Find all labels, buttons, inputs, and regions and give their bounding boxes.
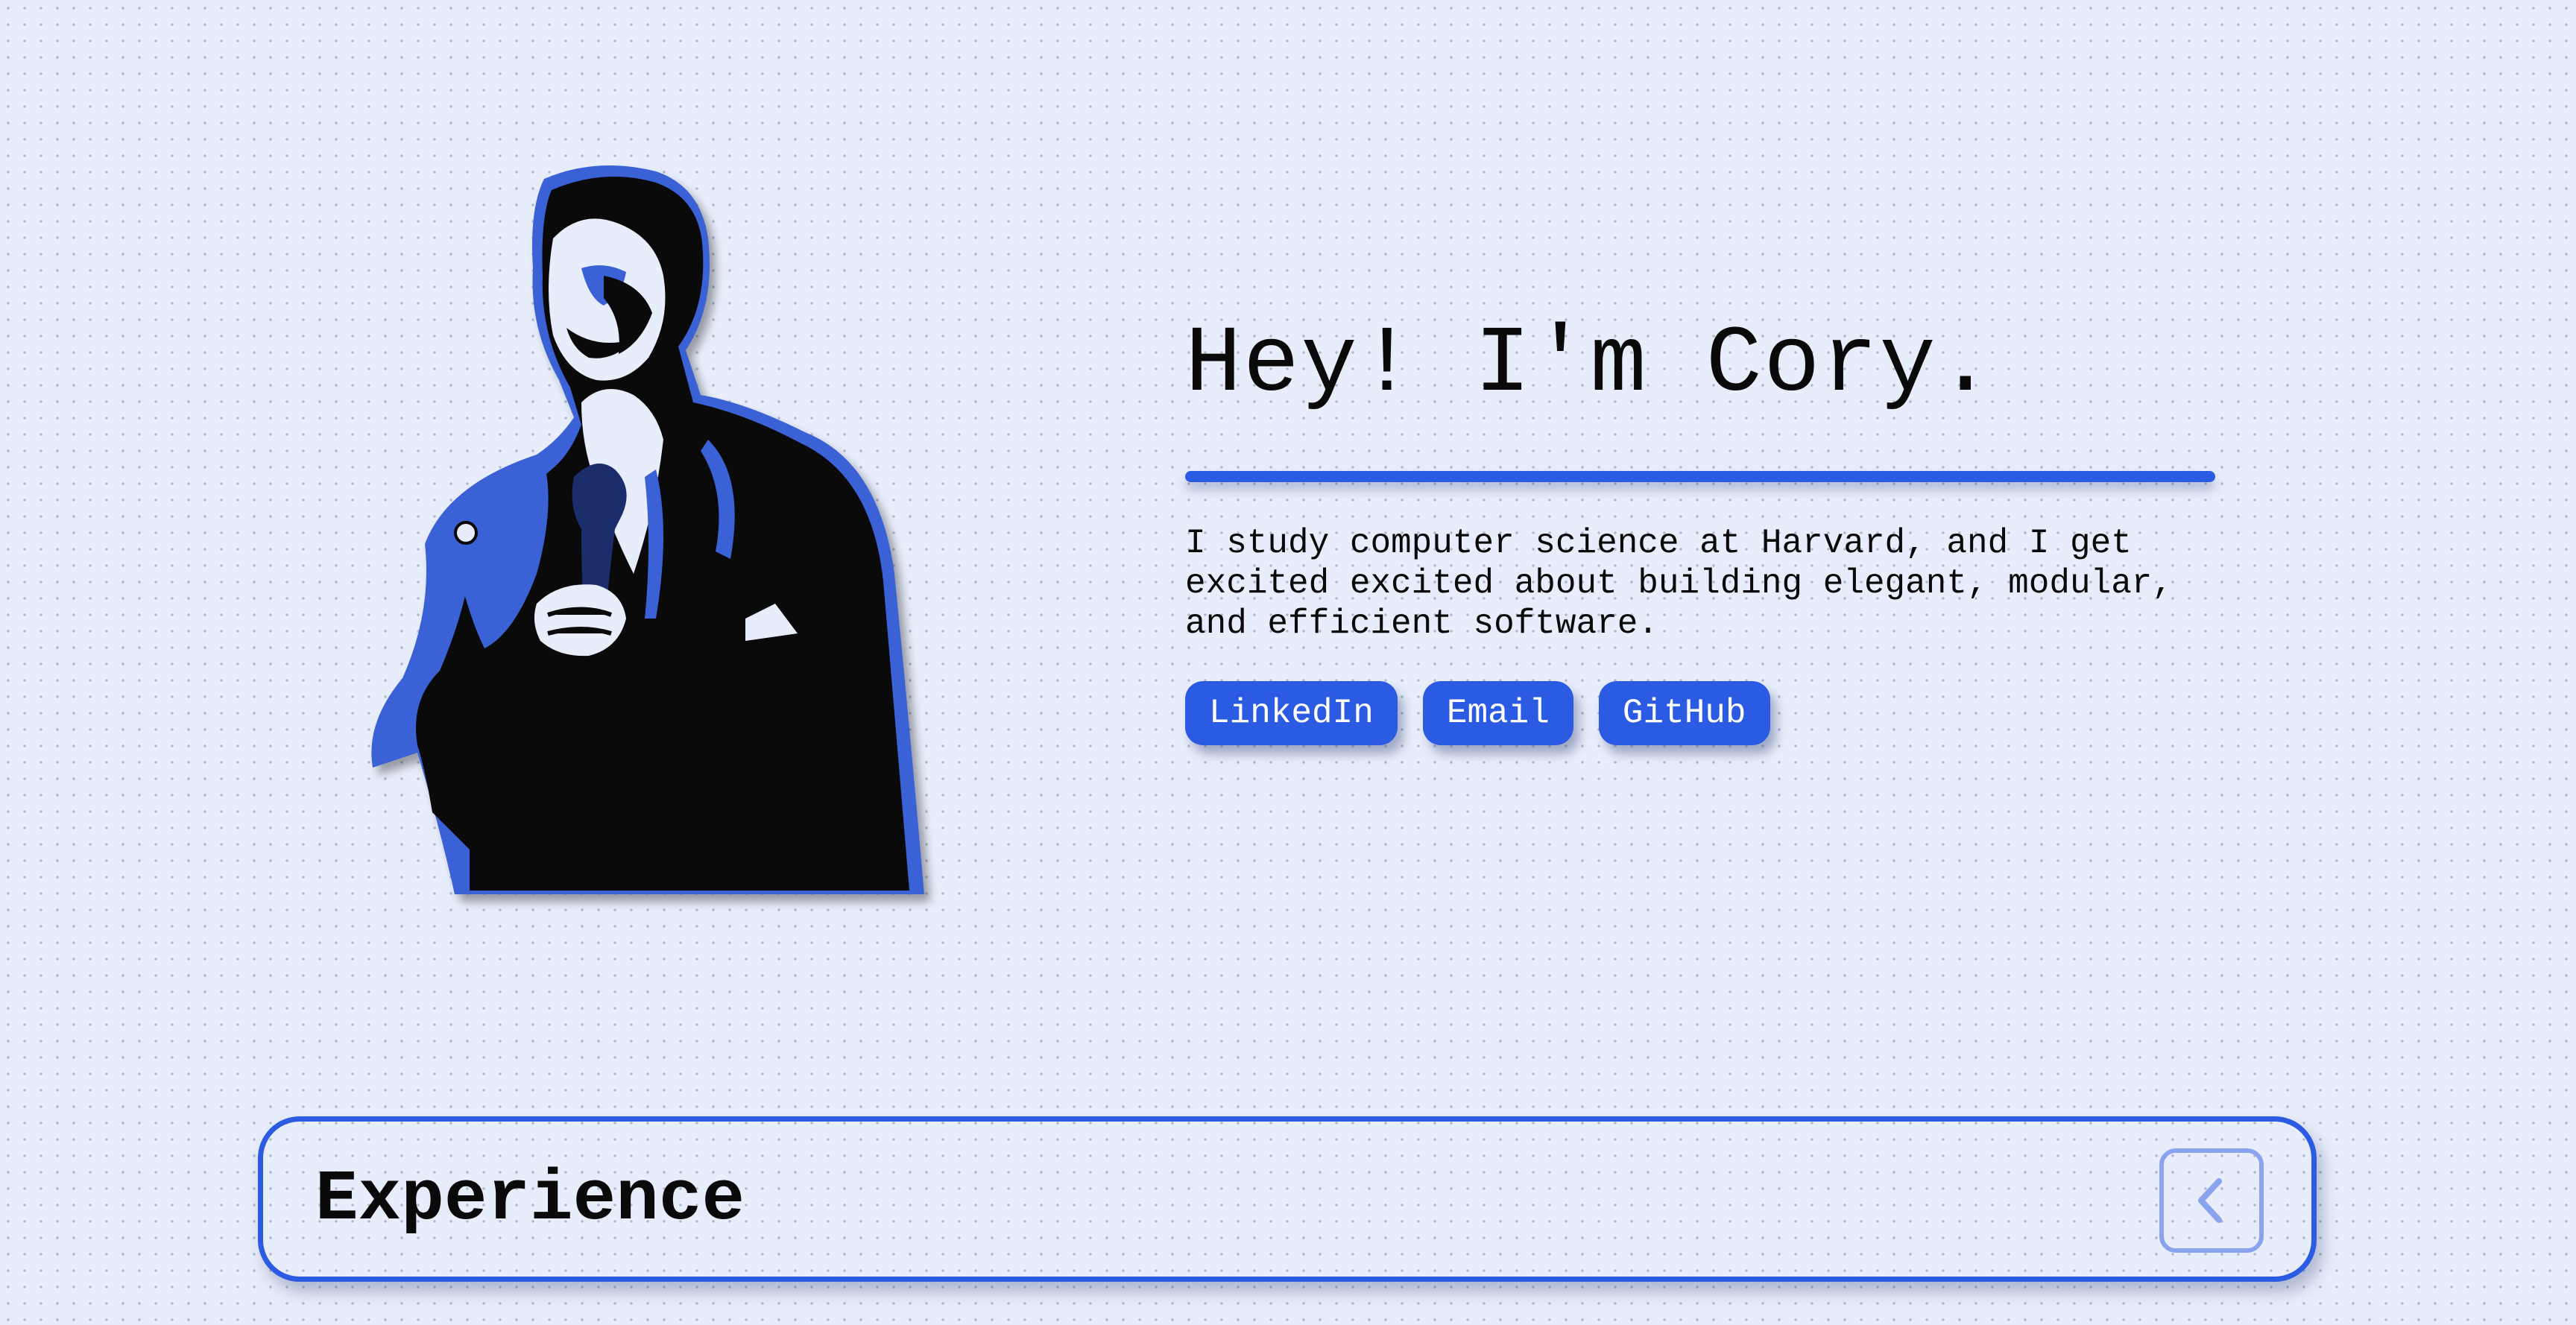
- hero-bio: I study computer science at Harvard, and…: [1185, 524, 2174, 643]
- social-links: LinkedIn Email GitHub: [1185, 681, 2229, 745]
- experience-panel[interactable]: Experience: [258, 1116, 2317, 1282]
- chevron-left-icon: [2198, 1178, 2222, 1223]
- hero-divider: [1185, 471, 2215, 482]
- linkedin-button[interactable]: LinkedIn: [1185, 681, 1398, 745]
- experience-title: Experience: [315, 1159, 745, 1240]
- hero-section: Hey! I'm Cory. I study computer science …: [1185, 306, 2229, 745]
- github-button[interactable]: GitHub: [1598, 681, 1770, 745]
- experience-toggle-button[interactable]: [2159, 1148, 2264, 1253]
- hero-title: Hey! I'm Cory.: [1185, 312, 1995, 418]
- portrait-illustration: [371, 165, 924, 894]
- email-button[interactable]: Email: [1422, 681, 1573, 745]
- profile-portrait: [358, 156, 969, 894]
